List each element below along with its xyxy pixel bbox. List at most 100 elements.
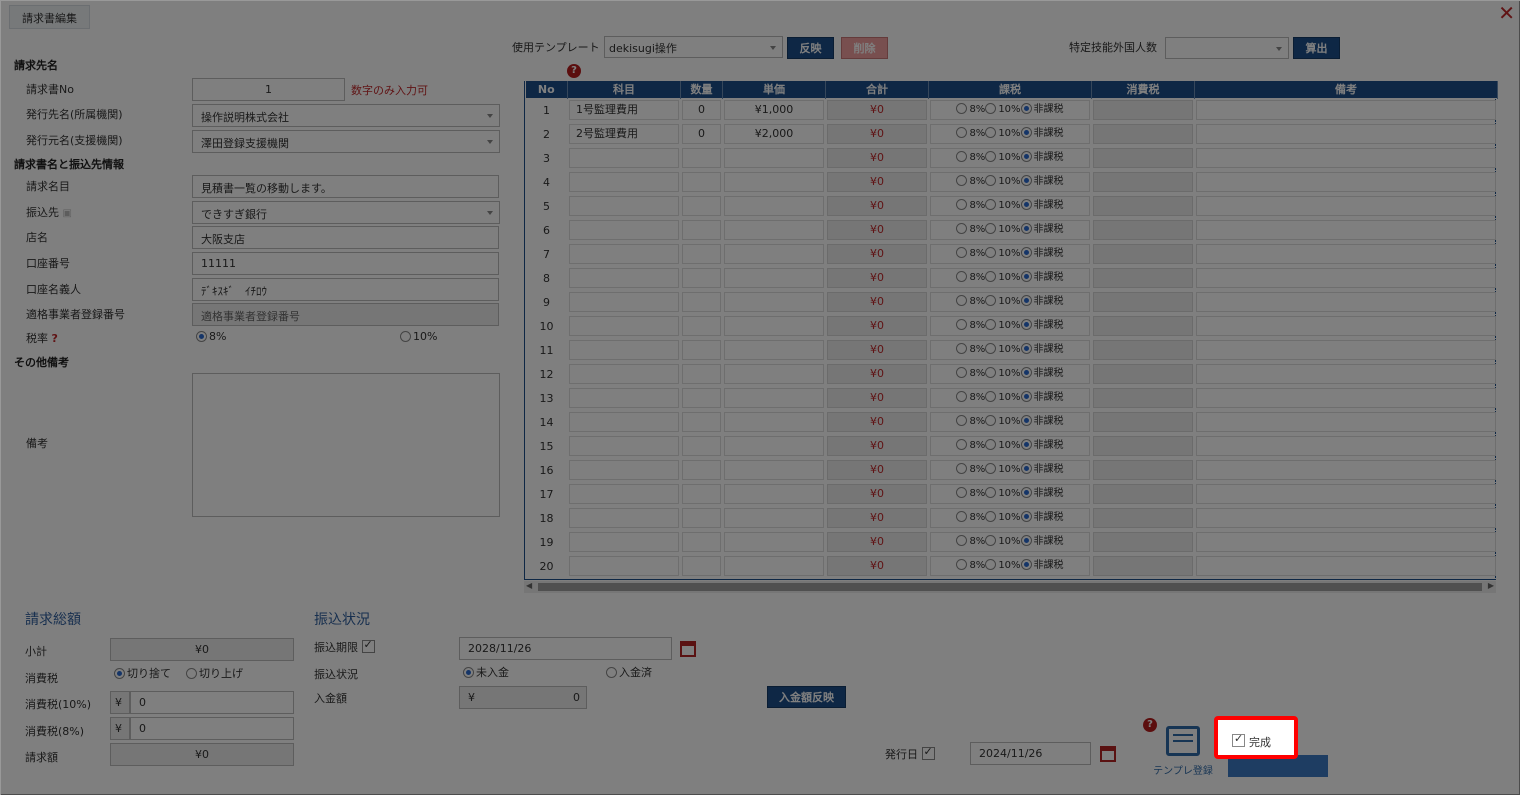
- tax-8-radio[interactable]: 8%: [956, 199, 985, 211]
- qty-input[interactable]: 0: [682, 100, 721, 120]
- tax-10-radio[interactable]: 10%: [985, 367, 1021, 379]
- tax-10-radio[interactable]: 10%: [985, 151, 1021, 163]
- price-input[interactable]: [724, 364, 824, 384]
- note-textarea[interactable]: [192, 373, 500, 517]
- row-note-input[interactable]: [1196, 508, 1496, 528]
- tax-8-radio[interactable]: 8%: [956, 175, 985, 187]
- row-note-input[interactable]: [1196, 460, 1496, 480]
- price-input[interactable]: [724, 532, 824, 552]
- scrollbar-thumb[interactable]: [538, 583, 1482, 591]
- qty-input[interactable]: [682, 268, 721, 288]
- item-input[interactable]: [569, 268, 679, 288]
- item-input[interactable]: [569, 532, 679, 552]
- qty-input[interactable]: [682, 148, 721, 168]
- tax-none-radio[interactable]: 非課税: [1020, 367, 1064, 379]
- tax-none-radio[interactable]: 非課税: [1020, 223, 1064, 235]
- issue-date-checkbox[interactable]: [921, 745, 935, 760]
- qty-input[interactable]: [682, 412, 721, 432]
- tax-8-radio[interactable]: 8%: [956, 295, 985, 307]
- tax-none-radio[interactable]: 非課税: [1020, 199, 1064, 211]
- tax-8-radio[interactable]: 8%: [956, 223, 985, 235]
- row-note-input[interactable]: [1196, 148, 1496, 168]
- price-input[interactable]: [724, 172, 824, 192]
- apply-amount-button[interactable]: 入金額反映: [767, 686, 846, 708]
- price-input[interactable]: [724, 484, 824, 504]
- tax-none-radio[interactable]: 非課税: [1020, 295, 1064, 307]
- tax-none-radio[interactable]: 非課税: [1020, 415, 1064, 427]
- tax-none-radio[interactable]: 非課税: [1020, 103, 1064, 115]
- tax10-input[interactable]: 0: [130, 691, 294, 714]
- price-input[interactable]: [724, 244, 824, 264]
- row-note-input[interactable]: [1196, 244, 1496, 264]
- complete-checkbox[interactable]: [1232, 732, 1245, 747]
- price-input[interactable]: [724, 148, 824, 168]
- qty-input[interactable]: [682, 364, 721, 384]
- item-input[interactable]: [569, 220, 679, 240]
- unpaid-radio[interactable]: 未入金: [463, 664, 509, 680]
- close-icon[interactable]: ✕: [1498, 1, 1515, 25]
- item-input[interactable]: [569, 484, 679, 504]
- tax-10-radio[interactable]: 10%: [985, 439, 1021, 451]
- horizontal-scrollbar[interactable]: ◀ ▶: [524, 581, 1496, 593]
- qty-input[interactable]: [682, 292, 721, 312]
- tax-10-radio[interactable]: 10%: [985, 199, 1021, 211]
- template-select[interactable]: dekisugi操作: [604, 36, 783, 58]
- tax-8-radio[interactable]: 8%: [956, 415, 985, 427]
- price-input[interactable]: [724, 436, 824, 456]
- template-apply-button[interactable]: 反映: [787, 37, 834, 59]
- tax-none-radio[interactable]: 非課税: [1020, 127, 1064, 139]
- row-note-input[interactable]: [1196, 340, 1496, 360]
- item-input[interactable]: [569, 196, 679, 216]
- account-no-input[interactable]: 11111: [192, 252, 499, 275]
- tax-10-radio[interactable]: 10%: [985, 535, 1021, 547]
- qty-input[interactable]: [682, 460, 721, 480]
- tax-rate-8-radio[interactable]: 8%: [196, 330, 226, 343]
- item-input[interactable]: [569, 364, 679, 384]
- tax-none-radio[interactable]: 非課税: [1020, 151, 1064, 163]
- tax-none-radio[interactable]: 非課税: [1020, 463, 1064, 475]
- bank-search-icon[interactable]: ▣: [63, 208, 72, 219]
- item-input[interactable]: [569, 556, 679, 576]
- item-input[interactable]: [569, 316, 679, 336]
- tax-none-radio[interactable]: 非課税: [1020, 487, 1064, 499]
- reg-no-input[interactable]: 適格事業者登録番号: [192, 303, 499, 326]
- tax-8-radio[interactable]: 8%: [956, 247, 985, 259]
- tax-8-radio[interactable]: 8%: [956, 391, 985, 403]
- help-icon[interactable]: ?: [52, 332, 58, 345]
- item-input[interactable]: [569, 148, 679, 168]
- tax-none-radio[interactable]: 非課税: [1020, 175, 1064, 187]
- price-input[interactable]: [724, 220, 824, 240]
- tax-10-radio[interactable]: 10%: [985, 175, 1021, 187]
- tax-8-radio[interactable]: 8%: [956, 559, 985, 571]
- price-input[interactable]: [724, 268, 824, 288]
- row-note-input[interactable]: [1196, 484, 1496, 504]
- row-note-input[interactable]: [1196, 268, 1496, 288]
- bank-select[interactable]: できすぎ銀行: [192, 201, 500, 224]
- qty-input[interactable]: [682, 556, 721, 576]
- tax-10-radio[interactable]: 10%: [985, 247, 1021, 259]
- item-input[interactable]: [569, 172, 679, 192]
- tax-none-radio[interactable]: 非課税: [1020, 343, 1064, 355]
- item-input[interactable]: 1号監理費用: [569, 100, 679, 120]
- invoice-no-input[interactable]: 1: [192, 78, 345, 101]
- tax-none-radio[interactable]: 非課税: [1020, 511, 1064, 523]
- price-input[interactable]: [724, 196, 824, 216]
- item-input[interactable]: [569, 508, 679, 528]
- round-down-radio[interactable]: 切り捨て: [114, 665, 171, 681]
- tax-10-radio[interactable]: 10%: [985, 415, 1021, 427]
- tax-10-radio[interactable]: 10%: [985, 487, 1021, 499]
- tax-8-radio[interactable]: 8%: [956, 343, 985, 355]
- foreigners-select[interactable]: [1165, 37, 1289, 59]
- tax-10-radio[interactable]: 10%: [985, 343, 1021, 355]
- qty-input[interactable]: [682, 436, 721, 456]
- tax-10-radio[interactable]: 10%: [985, 559, 1021, 571]
- row-note-input[interactable]: [1196, 364, 1496, 384]
- calc-button[interactable]: 算出: [1293, 37, 1340, 59]
- item-input[interactable]: [569, 436, 679, 456]
- price-input[interactable]: [724, 292, 824, 312]
- help-icon[interactable]: ?: [567, 64, 581, 78]
- item-input[interactable]: [569, 412, 679, 432]
- row-note-input[interactable]: [1196, 436, 1496, 456]
- complete-checkbox-highlight[interactable]: 完成: [1214, 716, 1298, 759]
- scroll-left-icon[interactable]: ◀: [526, 581, 532, 590]
